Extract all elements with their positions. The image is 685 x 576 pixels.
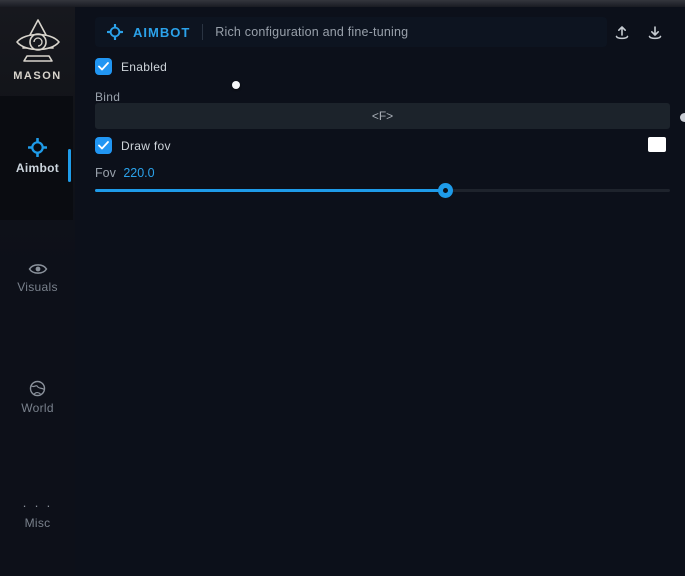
- download-icon: [647, 25, 663, 41]
- bind-value: <F>: [372, 109, 393, 123]
- sidebar-item-visuals[interactable]: Visuals: [0, 262, 75, 294]
- bind-input[interactable]: <F>: [95, 103, 670, 129]
- check-icon: [98, 141, 109, 150]
- masonic-eye-icon: [13, 16, 63, 68]
- sidebar: MASON Aimbot Visuals Worl: [0, 7, 75, 576]
- ellipsis-icon: · · ·: [0, 501, 75, 511]
- fov-color-swatch[interactable]: [648, 137, 666, 152]
- section-subtitle: Rich configuration and fine-tuning: [215, 25, 408, 39]
- crosshair-icon: [107, 24, 123, 40]
- upload-icon: [614, 25, 630, 41]
- sidebar-item-label: Misc: [0, 516, 75, 530]
- fov-label: Fov: [95, 166, 116, 180]
- check-icon: [98, 62, 109, 71]
- header-divider: [202, 24, 203, 40]
- fov-slider[interactable]: [95, 183, 670, 197]
- fov-slider-thumb[interactable]: [438, 183, 453, 198]
- sidebar-item-world[interactable]: World: [0, 380, 75, 415]
- bind-label: Bind: [95, 90, 120, 104]
- fov-label-row: Fov 220.0: [95, 166, 155, 180]
- download-config-button[interactable]: [643, 23, 667, 43]
- sidebar-item-label: World: [0, 401, 75, 415]
- brand-logo: MASON: [0, 16, 75, 82]
- main-panel: AIMBOT Rich configuration and fine-tunin…: [75, 7, 685, 576]
- sidebar-item-label: Aimbot: [0, 161, 75, 175]
- draw-fov-row: Draw fov: [95, 137, 171, 154]
- sidebar-item-misc[interactable]: · · · Misc: [0, 501, 75, 530]
- sidebar-item-aimbot[interactable]: Aimbot: [0, 138, 75, 175]
- enabled-checkbox[interactable]: [95, 58, 112, 75]
- fov-slider-fill: [95, 189, 446, 192]
- draw-fov-checkbox[interactable]: [95, 137, 112, 154]
- cursor-dot: [680, 113, 685, 122]
- eye-icon: [28, 262, 48, 276]
- fov-value: 220.0: [123, 166, 154, 180]
- window-top-edge: [0, 0, 685, 7]
- draw-fov-label: Draw fov: [121, 139, 171, 153]
- section-title: AIMBOT: [133, 25, 190, 40]
- brand-name: MASON: [0, 70, 75, 82]
- section-header: AIMBOT Rich configuration and fine-tunin…: [95, 17, 607, 47]
- globe-icon: [29, 380, 46, 397]
- enabled-row: Enabled: [95, 58, 167, 75]
- crosshair-icon: [28, 138, 47, 157]
- cursor-dot: [232, 81, 240, 89]
- upload-config-button[interactable]: [610, 23, 634, 43]
- enabled-label: Enabled: [121, 60, 167, 74]
- sidebar-item-label: Visuals: [0, 280, 75, 294]
